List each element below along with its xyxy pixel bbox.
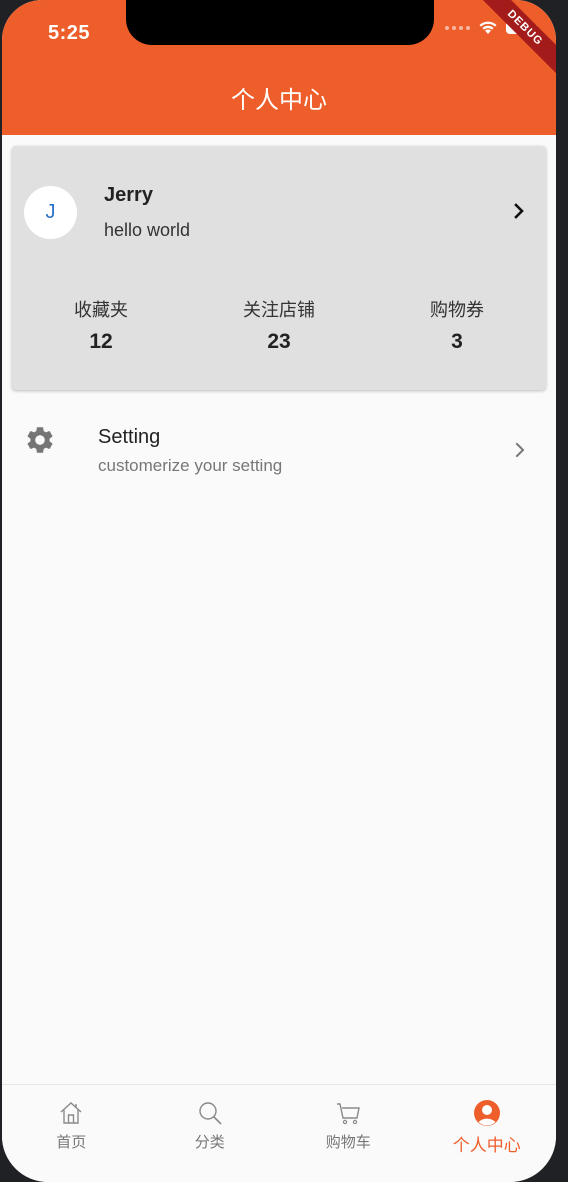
user-name: Jerry	[104, 184, 153, 206]
search-icon	[199, 1102, 222, 1125]
wifi-icon	[479, 21, 497, 34]
stat-favorites[interactable]: 收藏夹 12	[12, 296, 190, 354]
chevron-right-icon	[515, 442, 525, 458]
nav-item-cart[interactable]: 购物车	[279, 1085, 418, 1182]
stat-label: 关注店铺	[243, 300, 315, 321]
nav-item-home[interactable]: 首页	[2, 1085, 141, 1182]
profile-card[interactable]: J Jerry hello world 收藏夹 12 关注店铺 23 购物券 3	[12, 146, 546, 390]
status-time: 5:25	[48, 22, 91, 44]
stat-value: 3	[451, 330, 463, 353]
stat-value: 12	[89, 330, 113, 353]
nav-label-home: 首页	[56, 1133, 87, 1151]
app-bar: 5:25 DEBUG 个人中心	[2, 0, 556, 135]
profile-stats: 收藏夹 12 关注店铺 23 购物券 3	[12, 296, 546, 354]
stat-label: 购物券	[430, 300, 484, 321]
cart-icon	[337, 1103, 361, 1125]
nav-label-cart: 购物车	[325, 1133, 371, 1151]
person-icon	[473, 1100, 500, 1126]
page-title: 个人中心	[231, 86, 327, 114]
gear-icon	[27, 427, 53, 453]
setting-subtitle: customerize your setting	[98, 456, 283, 475]
debug-banner: DEBUG	[471, 0, 556, 82]
setting-list-item[interactable]: Setting customerize your setting	[2, 414, 556, 490]
nav-item-profile[interactable]: 个人中心	[418, 1085, 557, 1182]
avatar[interactable]: J	[24, 186, 77, 239]
nav-label-profile: 个人中心	[452, 1136, 521, 1156]
notch	[126, 0, 434, 45]
setting-title: Setting	[98, 426, 161, 448]
user-bio: hello world	[104, 220, 191, 240]
nav-item-category[interactable]: 分类	[141, 1085, 280, 1182]
chevron-right-icon[interactable]	[510, 202, 528, 220]
signal-icon	[445, 25, 470, 30]
stat-value: 23	[267, 330, 291, 353]
stat-followed-shops[interactable]: 关注店铺 23	[190, 296, 368, 354]
nav-label-category: 分类	[194, 1133, 225, 1151]
home-icon	[60, 1102, 82, 1124]
stat-coupons[interactable]: 购物券 3	[368, 296, 546, 354]
bottom-navigation-bar: 首页 分类 购物车 个人中心	[2, 1084, 556, 1182]
stat-label: 收藏夹	[74, 300, 128, 321]
phone-screen: 5:25 DEBUG 个人中心 J Jerry hello world 收藏夹 …	[2, 0, 556, 1182]
